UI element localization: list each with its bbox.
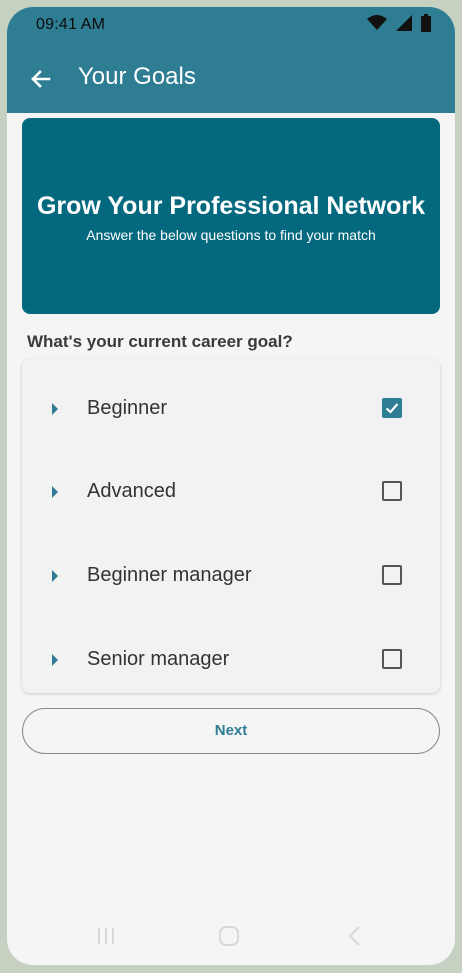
option-label: Advanced: [87, 480, 176, 502]
checkbox-unchecked[interactable]: [382, 481, 402, 501]
next-button[interactable]: Next: [22, 708, 440, 754]
page-title: Your Goals: [78, 63, 196, 90]
system-nav-bar: [7, 917, 455, 957]
option-advanced[interactable]: Advanced: [22, 462, 440, 522]
option-label: Beginner manager: [87, 564, 252, 586]
back-button[interactable]: [27, 65, 55, 93]
caret-right-icon: [52, 570, 58, 582]
checkmark-icon: [385, 403, 399, 414]
wifi-icon: [367, 14, 387, 36]
app-bar: Your Goals: [7, 45, 455, 113]
checkbox-unchecked[interactable]: [382, 565, 402, 585]
caret-right-icon: [52, 486, 58, 498]
options-list: Beginner Advanced Beginner manager Senio…: [22, 359, 440, 693]
status-bar: 09:41 AM: [7, 7, 455, 45]
hero-title: Grow Your Professional Network: [36, 192, 426, 220]
checkbox-checked[interactable]: [382, 398, 402, 418]
option-label: Beginner: [87, 397, 168, 419]
phone-screen: 09:41 AM Your Goals Grow Your Profession…: [7, 7, 455, 965]
status-time: 09:41 AM: [36, 16, 106, 33]
question-label: What's your current career goal?: [27, 332, 293, 351]
hero-subtitle: Answer the below questions to find your …: [86, 227, 376, 243]
checkbox-unchecked[interactable]: [382, 649, 402, 669]
home-icon[interactable]: [218, 925, 240, 952]
recent-apps-icon[interactable]: [95, 925, 117, 952]
option-senior-manager[interactable]: Senior manager: [22, 630, 440, 690]
caret-right-icon: [52, 654, 58, 666]
caret-right-icon: [52, 403, 58, 415]
cellular-signal-icon: [396, 14, 412, 36]
back-icon[interactable]: [344, 925, 366, 952]
status-icons: [367, 13, 431, 37]
hero-banner: Grow Your Professional Network Answer th…: [22, 118, 440, 314]
arrow-back-icon: [27, 70, 55, 97]
battery-icon: [421, 13, 431, 37]
option-beginner[interactable]: Beginner: [22, 379, 440, 439]
option-beginner-manager[interactable]: Beginner manager: [22, 546, 440, 606]
option-label: Senior manager: [87, 648, 230, 670]
